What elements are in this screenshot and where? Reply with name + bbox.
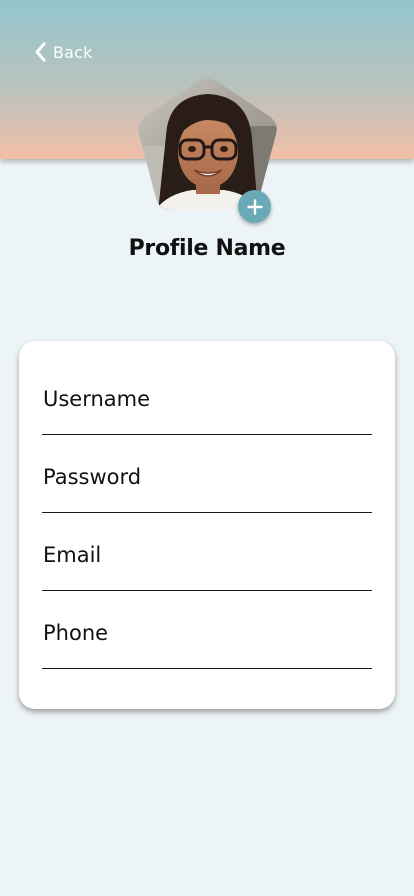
back-label: Back	[53, 42, 93, 62]
phone-input[interactable]	[42, 616, 373, 650]
email-field	[42, 513, 373, 591]
profile-form-card	[19, 341, 395, 709]
username-input[interactable]	[42, 382, 373, 416]
add-photo-button[interactable]	[238, 190, 271, 223]
chevron-left-icon	[33, 40, 49, 64]
password-input[interactable]	[42, 460, 373, 494]
phone-field	[42, 591, 373, 669]
back-button[interactable]: Back	[33, 40, 93, 64]
profile-name: Profile Name	[128, 236, 286, 261]
password-field	[42, 435, 373, 513]
username-field	[42, 357, 373, 435]
plus-icon	[246, 198, 263, 215]
email-input[interactable]	[42, 538, 373, 572]
